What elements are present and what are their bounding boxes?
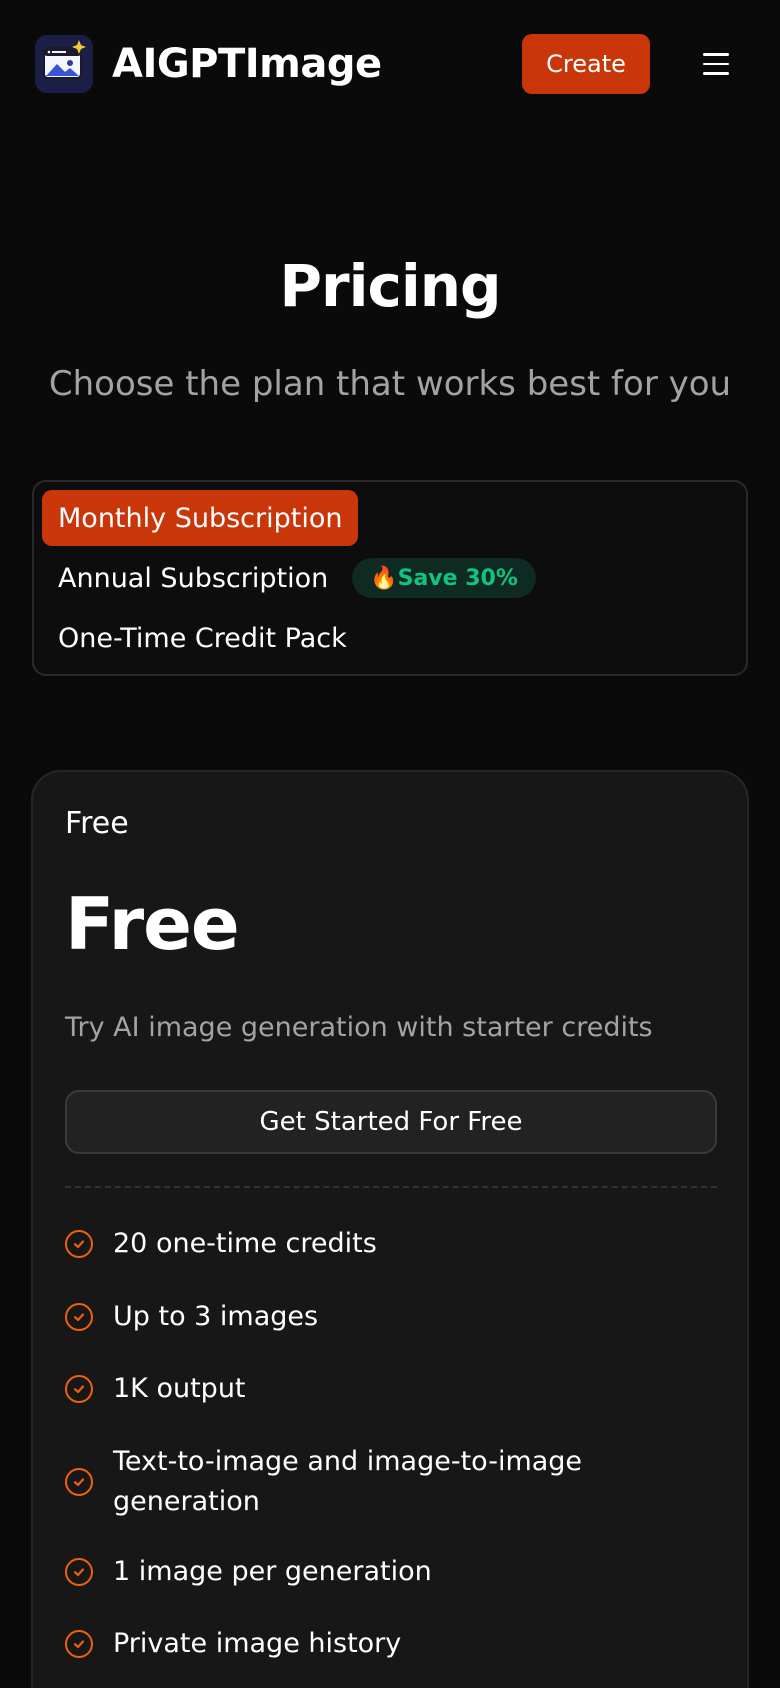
plan-card-free: Free Free Try AI image generation with s… [31,770,749,1688]
check-circle-icon [65,1230,93,1258]
check-circle-icon [65,1303,93,1331]
get-started-button[interactable]: Get Started For Free [65,1090,717,1154]
feature-text: Up to 3 images [113,1301,319,1332]
brand-name[interactable]: AIGPTImage [112,38,382,90]
feature-text: Text-to-image and image-to-image generat… [113,1446,583,1517]
billing-tabs: Monthly Subscription Annual Subscription… [32,480,748,676]
feature-item: Private image history [65,1624,673,1664]
feature-item: Text-to-image and image-to-image generat… [65,1442,673,1522]
feature-text: Private image history [113,1628,402,1659]
site-header: AIGPTImage Create [0,0,780,128]
hamburger-menu-icon[interactable] [694,46,738,82]
plan-name: Free [65,806,129,841]
page-title: Pricing [279,252,501,320]
tab-label: Monthly Subscription [58,502,343,534]
menu-bar [703,53,729,56]
feature-text: 20 one-time credits [113,1228,377,1259]
tab-annual-subscription[interactable]: Annual Subscription 🔥Save 30% [42,550,552,606]
feature-text: 1 image per generation [113,1556,432,1587]
feature-item: 1K output [65,1369,673,1409]
feature-item: 20 one-time credits [65,1224,673,1264]
tab-label: One-Time Credit Pack [58,622,347,654]
feature-item: 1 image per generation [65,1552,673,1592]
feature-text: 1K output [113,1373,246,1404]
plan-description: Try AI image generation with starter cre… [65,1012,653,1043]
save-badge: 🔥Save 30% [352,558,536,598]
plan-price: Free [65,882,240,966]
menu-bar [703,72,729,75]
check-circle-icon [65,1468,93,1496]
check-circle-icon [65,1630,93,1658]
tab-monthly-subscription[interactable]: Monthly Subscription [42,490,359,546]
check-circle-icon [65,1375,93,1403]
tab-one-time-credit-pack[interactable]: One-Time Credit Pack [42,610,363,666]
logo-icon[interactable] [35,35,93,93]
feature-item: Up to 3 images [65,1297,673,1337]
menu-bar [703,62,729,66]
check-circle-icon [65,1558,93,1586]
pricing-page: AIGPTImage Create Pricing Choose the pla… [0,0,780,1688]
page-subtitle: Choose the plan that works best for you [48,364,732,404]
create-button[interactable]: Create [522,34,650,94]
divider [65,1186,717,1188]
tab-label: Annual Subscription [58,562,329,594]
